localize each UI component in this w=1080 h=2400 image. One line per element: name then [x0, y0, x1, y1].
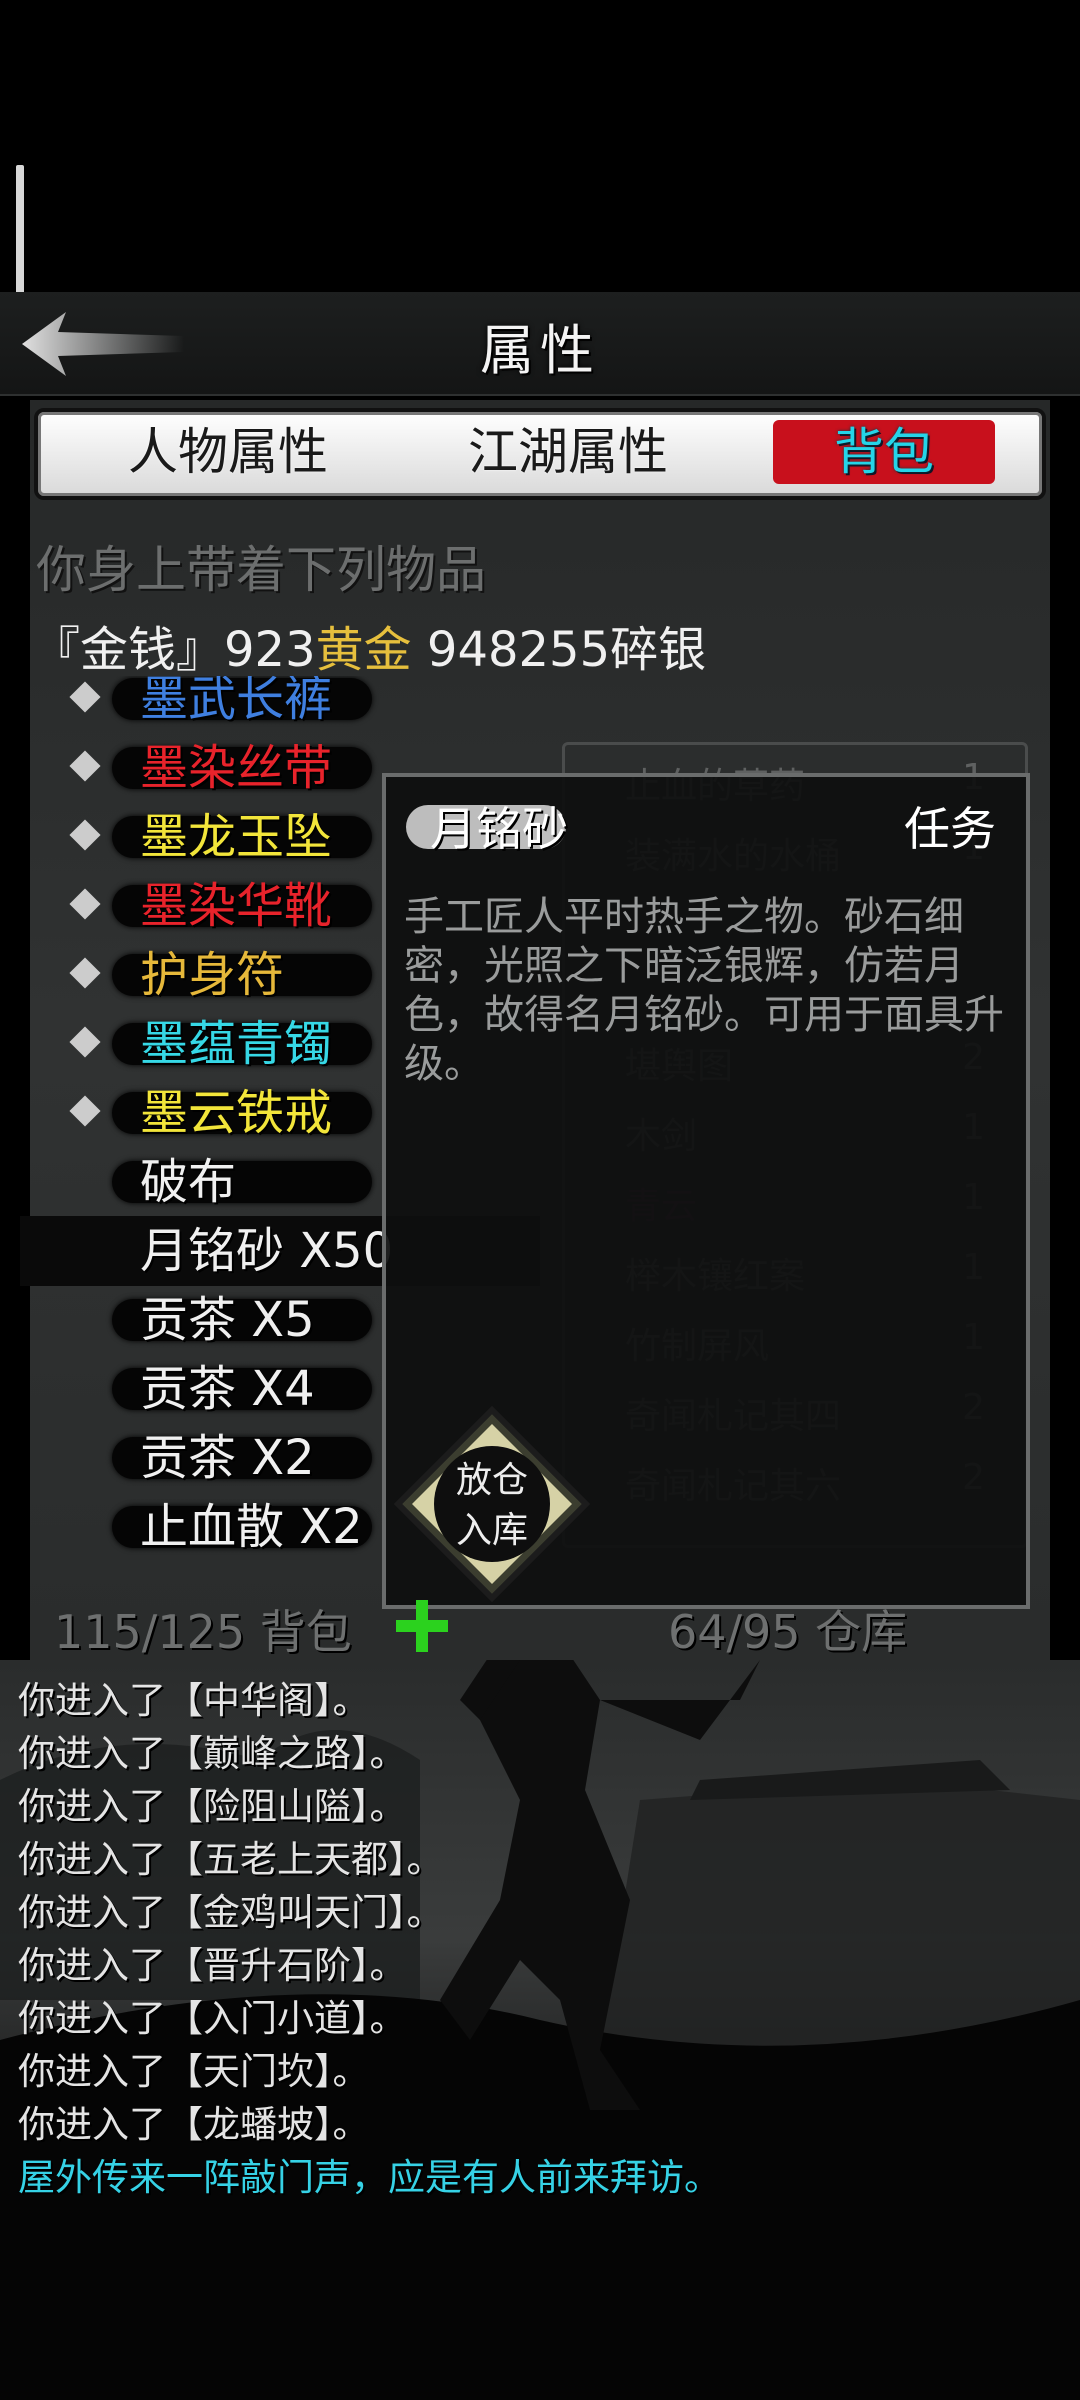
item-description: 手工匠人平时热手之物。砂石细密，光照之下暗泛银辉，仿若月色，故得名月铭砂。可用于… [404, 894, 1004, 1087]
diamond-bullet-icon [69, 1095, 101, 1127]
message-log: 你进入了【中华阁】。 你进入了【巅峰之路】。 你进入了【险阻山隘】。 你进入了【五老上… [18, 1674, 1068, 2204]
log-line: 你进入了【龙蟠坡】。 [18, 2103, 370, 2146]
inventory-item-label: 墨染华靴 [140, 878, 333, 934]
diamond-bullet-icon [69, 750, 101, 782]
inventory-item-label: 破布 [140, 1154, 237, 1210]
gold-label: 黄金 [315, 622, 412, 678]
inventory-item-label: 墨云铁戒 [140, 1085, 333, 1141]
tab-character-attributes[interactable]: 人物属性 [78, 420, 378, 484]
log-line: 你进入了【天门坎】。 [18, 2050, 370, 2093]
log-line: 你进入了【五老上天都】。 [18, 1838, 444, 1881]
inventory-item-label: 贡茶 X4 [140, 1361, 315, 1417]
store-button-line2: 入库 [455, 1510, 528, 1551]
tab-jianghu-attributes[interactable]: 江湖属性 [418, 420, 718, 484]
inventory-item-label: 墨染丝带 [140, 740, 333, 796]
store-to-warehouse-button[interactable]: 放仓 入库 [392, 1404, 592, 1604]
inventory-item-label: 月铭砂 X50 [140, 1223, 394, 1279]
log-line: 你进入了【入门小道】。 [18, 1997, 407, 2040]
log-line: 你进入了【险阻山隘】。 [18, 1785, 407, 1828]
money-prefix: 『金钱』923 [32, 622, 316, 678]
diamond-bullet-icon [69, 888, 101, 920]
inventory-item[interactable]: 墨武长裤 [20, 676, 540, 734]
inventory-heading: 你身上带着下列物品 [36, 541, 486, 599]
log-line: 你进入了【金鸡叫天门】。 [18, 1891, 444, 1934]
money-rest: 948255碎银 [411, 622, 707, 678]
page-title: 属性 [480, 319, 600, 382]
inventory-item-label: 贡茶 X5 [140, 1292, 315, 1348]
inventory-item-label: 墨龙玉坠 [140, 809, 333, 865]
log-line: 你进入了【中华阁】。 [18, 1679, 370, 1722]
inventory-item-label: 贡茶 X2 [140, 1430, 315, 1486]
inventory-item-label: 墨蕴青镯 [140, 1016, 333, 1072]
inventory-item-label: 止血散 X2 [140, 1499, 363, 1555]
tab-bag[interactable]: 背包 [773, 420, 995, 484]
diamond-bullet-icon [69, 681, 101, 713]
log-line: 屋外传来一阵敲门声，应是有人前来拜访。 [18, 2156, 721, 2199]
item-name: 月铭砂 [430, 802, 568, 856]
warehouse-capacity: 64/95 仓库 [668, 1605, 908, 1659]
tab-bar: 人物属性 江湖属性 背包 [34, 408, 1046, 500]
inventory-item-label: 护身符 [140, 947, 285, 1003]
diamond-bullet-icon [69, 1026, 101, 1058]
diamond-bullet-icon [69, 957, 101, 989]
money-line: 『金钱』923黄金 948255碎银 [32, 610, 706, 680]
inventory-item-label: 墨武长裤 [140, 676, 333, 727]
diamond-bullet-icon [69, 819, 101, 851]
store-button-line1: 放仓 [455, 1460, 528, 1501]
log-line: 你进入了【巅峰之路】。 [18, 1732, 407, 1775]
item-type: 任务 [904, 802, 996, 856]
plus-icon[interactable] [396, 1600, 448, 1652]
log-line: 你进入了【晋升石阶】。 [18, 1944, 407, 1987]
bag-capacity: 115/125 背包 [54, 1605, 352, 1659]
